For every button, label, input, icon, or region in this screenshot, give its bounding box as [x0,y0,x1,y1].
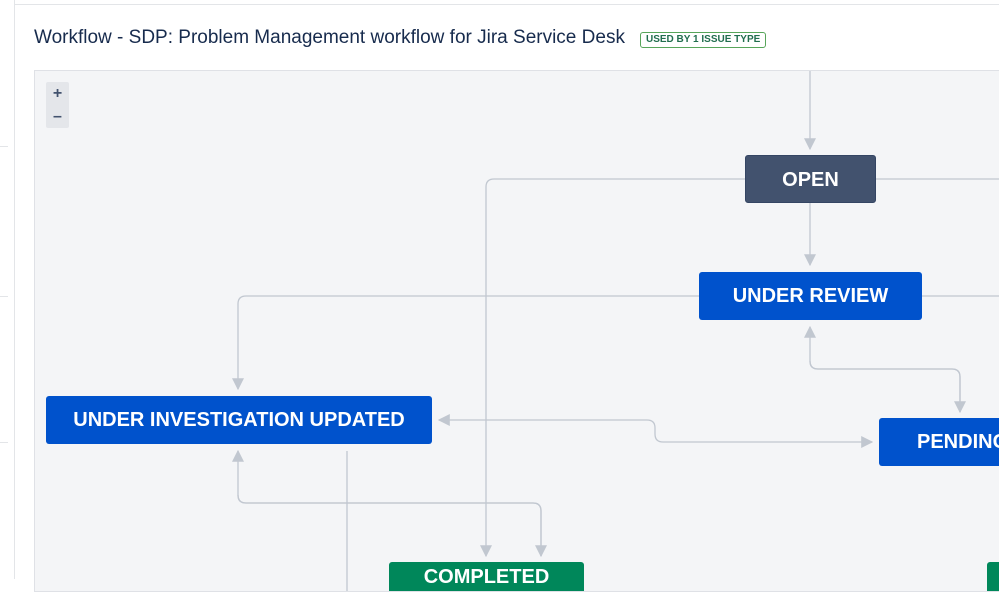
page-title: Workflow - SDP: Problem Management workf… [34,27,625,48]
status-under-review[interactable]: UNDER REVIEW [699,272,922,320]
transition-open-completed [480,178,745,558]
left-panel-border [14,0,15,579]
workflow-diagram-canvas[interactable]: + – OPEN UNDER REVIEW UNDER INVESTIGATIO… [34,70,999,592]
usage-badge[interactable]: USED BY 1 ISSUE TYPE [640,32,767,48]
transition-lines [232,71,999,591]
header-divider [15,4,999,5]
left-panel-tick [0,146,8,147]
zoom-controls: + – [46,82,69,128]
status-completed[interactable]: COMPLETED [389,562,584,591]
transition-investigation-completed [237,494,547,558]
status-done-partial[interactable] [987,562,999,591]
status-under-investigation-updated[interactable]: UNDER INVESTIGATION UPDATED [46,396,432,444]
transition-review-pending [809,360,966,414]
zoom-out-button[interactable]: – [46,105,69,128]
zoom-in-button[interactable]: + [46,82,69,105]
status-pending[interactable]: PENDING [879,418,999,466]
status-open[interactable]: OPEN [745,155,876,203]
transition-investigation-pending [646,419,874,448]
left-panel-tick [0,296,8,297]
left-panel-tick [0,442,8,443]
transition-review-investigation [232,295,699,391]
